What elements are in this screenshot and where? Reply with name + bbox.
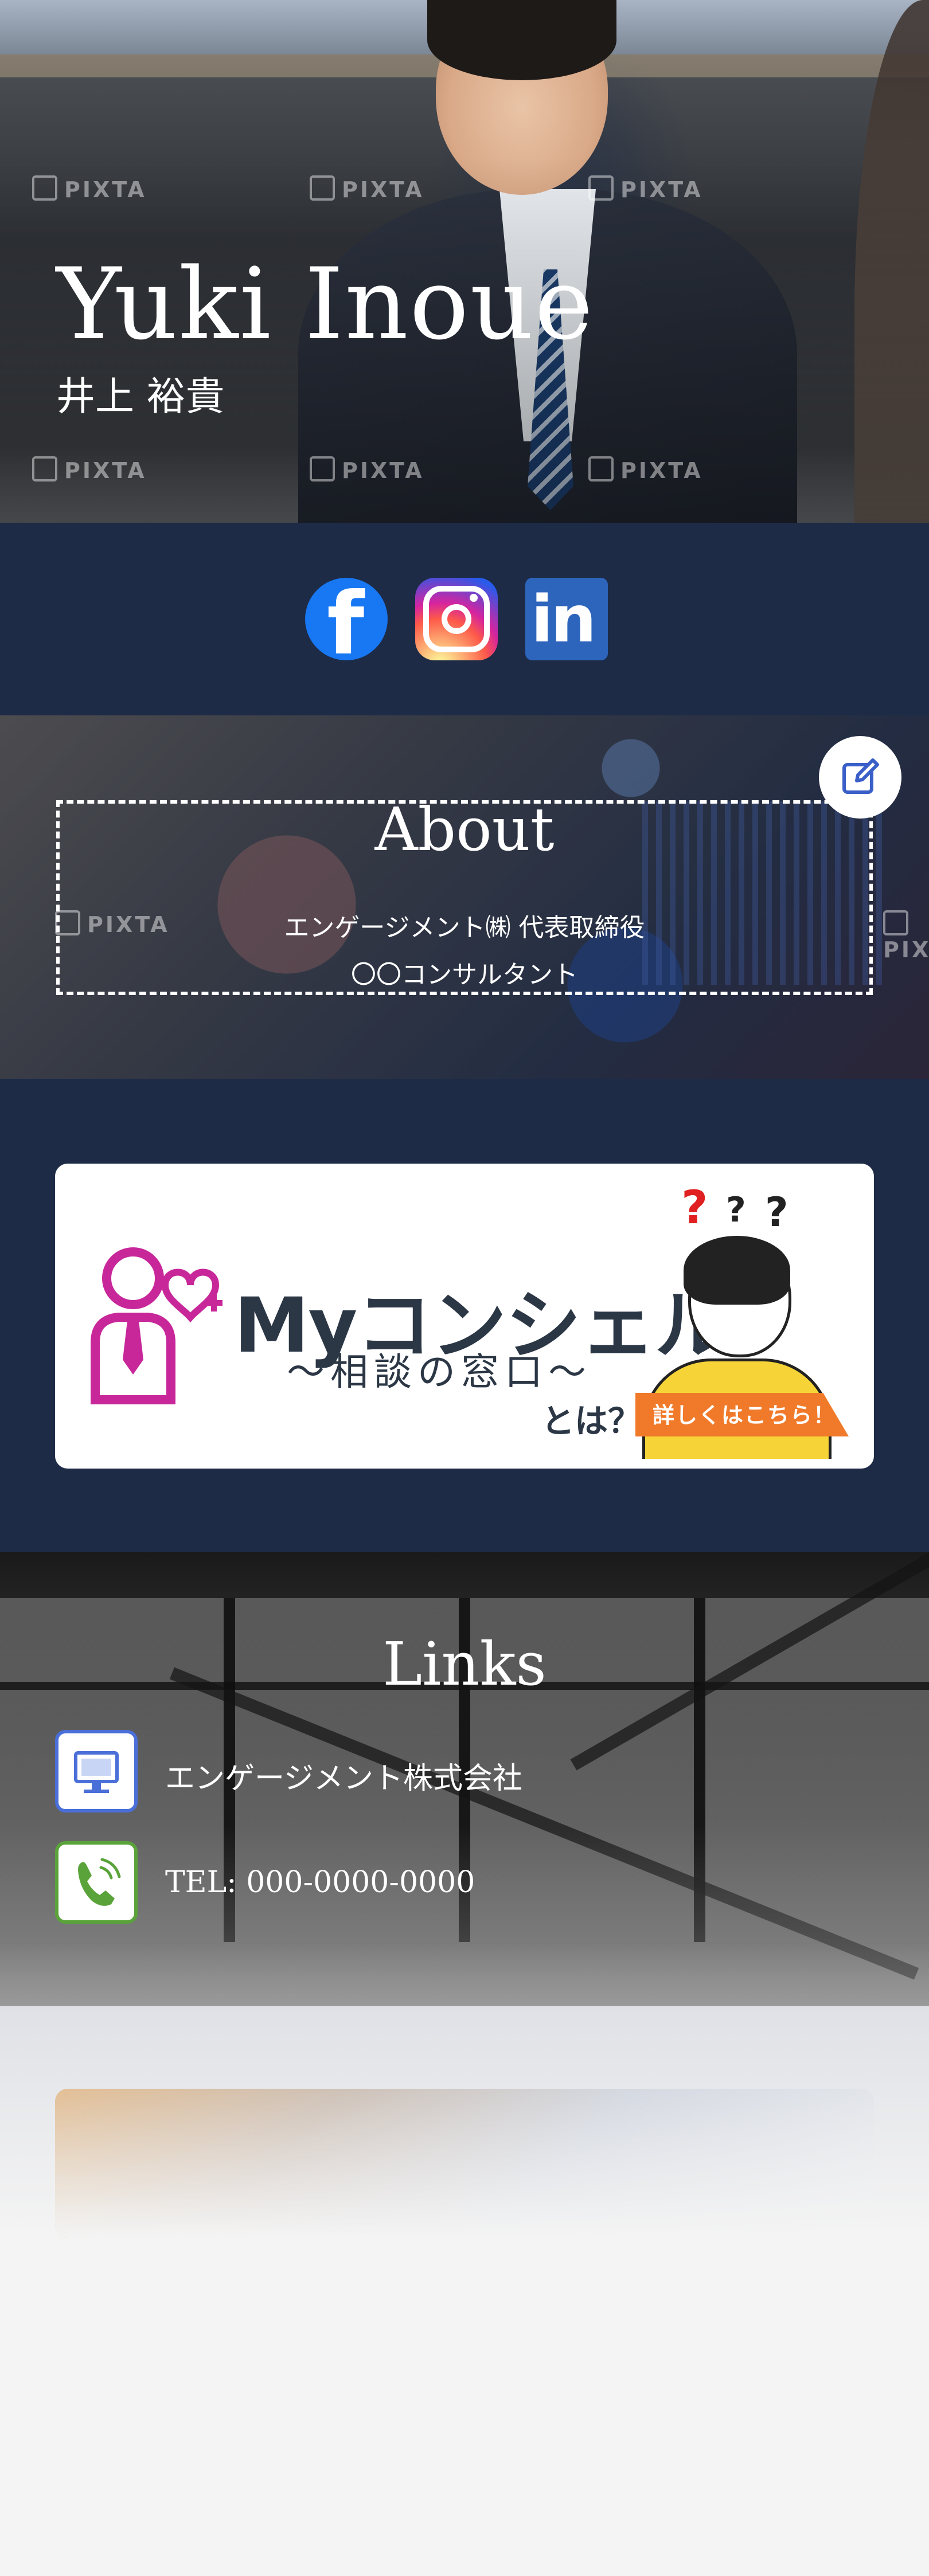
watermark: PIXTA [310, 175, 424, 202]
about-title: About [374, 794, 555, 864]
edit-button[interactable] [819, 736, 901, 819]
consultant-logo-icon [91, 1247, 223, 1404]
desktop-icon-glyph [74, 1751, 119, 1793]
watermark: PIXTA [32, 456, 147, 483]
watermark: PIXTA [310, 456, 424, 483]
instagram-icon[interactable] [415, 578, 498, 660]
profile-name-en: Yuki Inoue [56, 246, 595, 362]
instagram-outline [423, 586, 490, 652]
question-mark: ? [681, 1181, 708, 1234]
bottom-card[interactable] [55, 2089, 874, 2238]
edit-icon [842, 758, 879, 794]
watermark: PIXTA [588, 456, 703, 483]
desktop-icon[interactable] [55, 1730, 138, 1812]
linkedin-icon[interactable]: in [525, 578, 608, 660]
profile-name-jp: 井上 裕貴 [56, 374, 225, 420]
question-mark: ? [726, 1190, 746, 1230]
banner-cta-label: 詳しくはこちら！ [653, 1403, 837, 1428]
bottom-card-fade [55, 2089, 874, 2238]
facebook-icon[interactable]: f [305, 578, 388, 667]
watermark: PIXTA [588, 175, 703, 202]
links-title: Links [382, 1629, 547, 1699]
facebook-glyph: f [327, 574, 365, 674]
link-tel[interactable]: TEL: 000-0000-0000 [165, 1865, 475, 1900]
thinking-woman-hair [684, 1236, 790, 1305]
phone-icon[interactable] [55, 1841, 138, 1924]
banner-subtitle: 〜相談の窓口〜 [287, 1350, 592, 1394]
linkedin-glyph: in [531, 582, 596, 657]
watermark: PIXTA [32, 175, 147, 202]
banner-cta-button[interactable]: 詳しくはこちら！ [635, 1393, 849, 1436]
phone-icon-glyph [78, 1858, 121, 1906]
link-company[interactable]: エンゲージメント株式会社 [165, 1754, 522, 1797]
instagram-lens [442, 604, 471, 634]
question-mark: ? [765, 1189, 789, 1236]
instagram-dot [470, 594, 478, 602]
banner-question: とは？ [541, 1401, 642, 1440]
about-role: 〇〇コンサルタント [351, 960, 578, 989]
about-position: エンゲージメント㈱ 代表取締役 [284, 913, 645, 942]
